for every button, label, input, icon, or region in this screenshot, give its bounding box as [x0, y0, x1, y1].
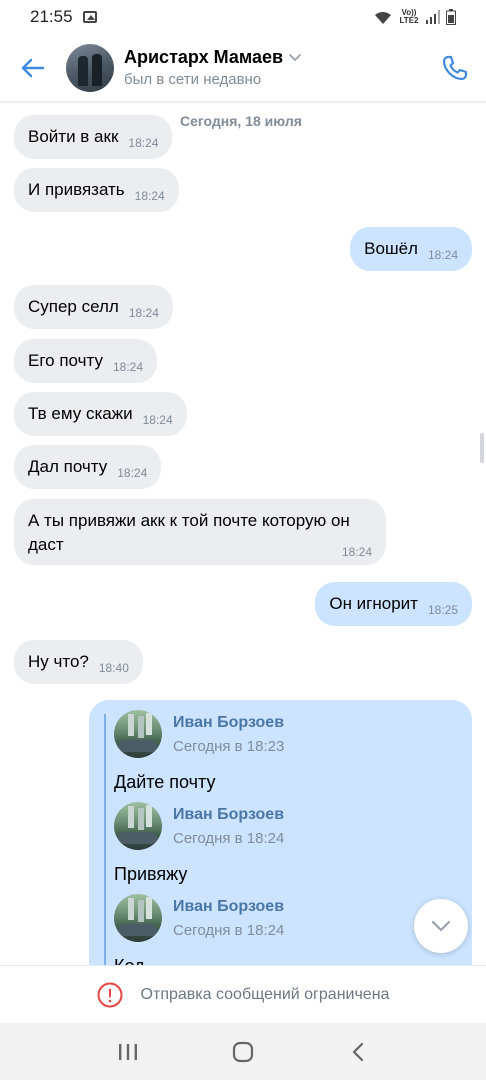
scrollbar[interactable] — [480, 433, 484, 463]
back-button[interactable] — [0, 34, 66, 102]
forward-author-name[interactable]: Иван Борзоев — [173, 806, 284, 824]
contact-info[interactable]: Аристарх Мамаев был в сети недавно — [124, 47, 301, 88]
message-bubble-in[interactable]: Войти в акк 18:24 — [14, 115, 173, 159]
back-nav-button[interactable] — [338, 1032, 378, 1072]
message-text: Вошёл — [364, 239, 418, 258]
message-time: 18:25 — [427, 603, 458, 617]
messaging-restricted-bar: Отправка сообщений ограничена — [0, 965, 486, 1023]
forward-author-name[interactable]: Иван Борзоев — [173, 898, 284, 916]
forward-author-avatar[interactable] — [114, 710, 162, 758]
message-bubble-in[interactable]: Его почту 18:24 — [14, 339, 157, 383]
error-icon — [97, 982, 123, 1007]
forwarded-message[interactable]: Иван Борзоев Сегодня в 18:24 Код — [114, 894, 454, 965]
message-bubble-in[interactable]: Дал почту 18:24 — [14, 445, 162, 489]
message-text: А ты привяжи акк к той почте которую он … — [28, 511, 350, 554]
message-list[interactable]: Сегодня, 18 июля Войти в акк 18:24 И при… — [0, 103, 486, 965]
home-button[interactable] — [223, 1032, 263, 1072]
message-time: 18:24 — [341, 545, 372, 559]
message-bubble-out[interactable]: Он игнорит 18:25 — [315, 582, 472, 626]
message-bubble-in[interactable]: И привязать 18:24 — [14, 168, 179, 212]
message-text: И привязать — [28, 180, 125, 199]
battery-icon — [446, 9, 456, 25]
forward-time: Сегодня в 18:24 — [173, 921, 285, 939]
back-arrow-icon — [21, 58, 45, 77]
message-time: 18:24 — [134, 189, 165, 203]
recents-button[interactable] — [108, 1032, 148, 1072]
message-bubble-in[interactable]: Тв ему скажи 18:24 — [14, 392, 187, 436]
back-nav-icon — [353, 1042, 364, 1061]
message-time: 18:24 — [117, 466, 148, 480]
forward-text: Дайте почту — [114, 772, 216, 792]
forwarded-message[interactable]: Иван Борзоев Сегодня в 18:24 Привяжу — [114, 802, 454, 885]
message-time: 18:24 — [427, 248, 458, 262]
network-type-label: Vo)) LTE2 — [399, 8, 419, 25]
message-time: 18:24 — [112, 360, 143, 374]
message-text: Супер селл — [28, 297, 119, 316]
forward-time: Сегодня в 18:23 — [173, 737, 285, 755]
message-bubble-in[interactable]: А ты привяжи акк к той почте которую он … — [14, 499, 386, 565]
status-time: 21:55 — [30, 7, 73, 26]
last-seen-status: был в сети недавно — [124, 71, 262, 88]
message-text: Дал почту — [28, 457, 108, 476]
signal-icon — [426, 10, 440, 24]
contact-name: Аристарх Мамаев — [124, 47, 284, 67]
forward-quote-bar — [104, 714, 106, 965]
status-icons: Vo)) LTE2 — [374, 9, 456, 25]
forwarded-message[interactable]: Иван Борзоев Сегодня в 18:23 Дайте почту — [114, 710, 454, 793]
forward-text: Привяжу — [114, 864, 188, 884]
home-icon — [232, 1041, 254, 1062]
message-bubble-out[interactable]: Вошёл 18:24 — [350, 227, 472, 271]
message-text: Его почту — [28, 351, 103, 370]
gallery-notification-icon — [82, 11, 97, 23]
message-bubble-in[interactable]: Ну что? 18:40 — [14, 640, 143, 684]
chevron-down-icon — [289, 49, 301, 67]
message-bubble-in[interactable]: Супер селл 18:24 — [14, 285, 173, 329]
call-button[interactable] — [424, 34, 486, 102]
message-text: Войти в акк — [28, 127, 119, 146]
message-time: 18:24 — [128, 306, 159, 320]
date-separator: Сегодня, 18 июля — [172, 110, 310, 132]
message-time: 18:24 — [128, 136, 159, 150]
forward-author-avatar[interactable] — [114, 802, 162, 850]
forward-time: Сегодня в 18:24 — [173, 829, 285, 847]
message-time: 18:24 — [142, 413, 173, 427]
recents-icon — [118, 1043, 137, 1060]
wifi-icon — [374, 11, 392, 24]
forward-author-avatar[interactable] — [114, 894, 162, 942]
forward-author-name[interactable]: Иван Борзоев — [173, 714, 284, 732]
restricted-text: Отправка сообщений ограничена — [140, 985, 390, 1003]
message-text: Тв ему скажи — [28, 404, 133, 423]
phone-icon — [442, 55, 468, 80]
message-text: Ну что? — [28, 652, 89, 671]
message-time: 18:40 — [98, 661, 129, 675]
scroll-down-icon — [431, 920, 451, 932]
message-text: Он игнорит — [329, 594, 418, 613]
status-bar: 21:55 Vo)) LTE2 — [0, 0, 486, 34]
forward-text: Код — [114, 956, 454, 965]
contact-avatar[interactable] — [66, 43, 114, 92]
chat-header: Аристарх Мамаев был в сети недавно — [0, 34, 486, 102]
scroll-down-button[interactable] — [414, 899, 468, 953]
system-navigation-bar — [0, 1023, 486, 1080]
